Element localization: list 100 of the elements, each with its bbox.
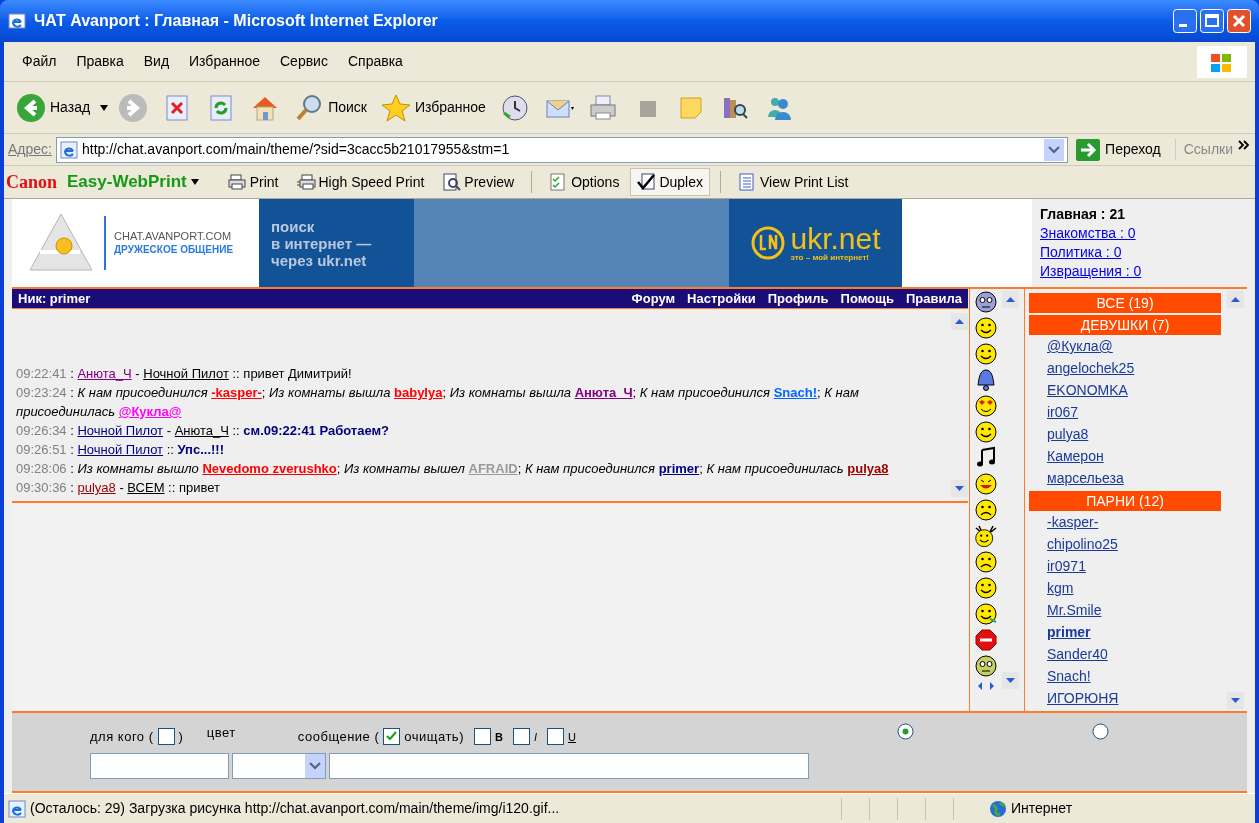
user-link[interactable]: марсельеза <box>1029 467 1227 489</box>
room-link[interactable]: Политика : 0 <box>1040 243 1247 262</box>
heart-eyes-smiley-icon[interactable] <box>974 394 998 418</box>
go-button[interactable]: Переход <box>1072 138 1165 161</box>
user-link[interactable]: Sander40 <box>1029 643 1227 665</box>
header-link[interactable]: Помощь <box>840 288 894 309</box>
user-link[interactable]: ir067 <box>1029 401 1227 423</box>
smoking-smiley-icon[interactable] <box>974 602 998 626</box>
close-icon[interactable] <box>1227 9 1251 33</box>
style-label: B <box>494 729 503 745</box>
user-link[interactable]: Mr.Smile <box>1029 599 1227 621</box>
user-link[interactable]: @Кукла@ <box>1029 335 1227 357</box>
radio-button[interactable] <box>897 723 914 740</box>
color-dropdown[interactable] <box>232 752 326 779</box>
toolbar-button[interactable]: Избранное <box>376 89 490 126</box>
frowning-smiley-icon[interactable] <box>974 550 998 574</box>
smiley-icon[interactable] <box>974 576 998 600</box>
style-label: U <box>568 729 576 745</box>
smiley-icon[interactable] <box>974 342 998 366</box>
header-link[interactable]: Правила <box>906 288 962 309</box>
user-link[interactable]: -kasper- <box>1029 511 1227 533</box>
user-link[interactable]: ir0971 <box>1029 555 1227 577</box>
checkbox[interactable] <box>512 728 530 746</box>
recipient-field[interactable] <box>90 752 229 779</box>
scrollbar[interactable] <box>1227 289 1247 711</box>
user-link[interactable]: Snach! <box>1029 665 1227 687</box>
room-link[interactable]: Главная : 21 <box>1040 205 1247 224</box>
nickname-link[interactable]: Ночной Пилот <box>77 423 164 438</box>
color-label: цвет <box>206 724 236 742</box>
header-link[interactable]: Форум <box>631 288 676 309</box>
grumpy-face-icon[interactable] <box>974 290 998 314</box>
menu-item[interactable]: Сервис <box>270 51 338 72</box>
nickname-link[interactable]: Анюта_Ч <box>574 385 633 400</box>
address-field[interactable]: http://chat.avanport.com/main/theme/?sid=3cacc5b21017955&stm=1 <box>55 136 1069 163</box>
browser-page-icon <box>59 140 78 159</box>
menu-item[interactable]: Правка <box>66 51 134 72</box>
print-toolbar-button[interactable]: Duplex <box>630 168 710 196</box>
list-icon <box>738 173 757 191</box>
status-text: (Осталось: 29) Загрузка рисунка http://chat.avanport.com/main/theme/img/i120.gif... <box>30 799 561 818</box>
nickname-link[interactable]: Ночной Пилот <box>143 366 229 381</box>
smiley-icon[interactable] <box>974 316 998 340</box>
ad-text: поиск <box>271 217 316 235</box>
maximize-icon[interactable] <box>1200 9 1224 33</box>
menu-item[interactable]: Файл <box>12 51 67 72</box>
nickname-link[interactable]: ВСЕМ <box>127 480 165 495</box>
user-link[interactable]: angelochek25 <box>1029 357 1227 379</box>
laughing-smiley-icon[interactable] <box>974 472 998 496</box>
chat-message: 09:23:24 : К нам присоединился -kasper-; Из комнаты вышла babylya; Из комнаты вышла Анюта_Ч; К нам присоединился Snach!; К нам присоединилась @Кукла@ <box>16 384 860 421</box>
user-link[interactable]: kgm <box>1029 577 1227 599</box>
printer-icon <box>587 92 618 123</box>
scroll-up-icon <box>1227 291 1244 308</box>
checkbox[interactable] <box>547 728 564 746</box>
nickname-link[interactable]: Ночной Пилот <box>77 442 164 457</box>
header-link[interactable]: Настройки <box>687 288 756 309</box>
chat-message: 09:30:36 : pulya8 - ВСЕМ :: привет <box>16 479 221 497</box>
menu-item[interactable]: Справка <box>337 51 413 72</box>
room-link[interactable]: Знакомства : 0 <box>1040 224 1247 243</box>
user-link[interactable]: primer <box>1029 621 1227 643</box>
menu-item[interactable]: Избранное <box>179 51 270 72</box>
caret-icon[interactable] <box>100 104 109 111</box>
nickname-link[interactable]: Анюта_Ч <box>174 423 229 438</box>
caret-icon[interactable] <box>190 179 199 185</box>
nickname-link[interactable]: pulya8 <box>847 461 889 476</box>
minimize-icon[interactable] <box>1173 9 1197 33</box>
bell-icon[interactable] <box>974 368 998 392</box>
radio-button[interactable] <box>1092 723 1109 740</box>
nickname-link[interactable]: pulya8 <box>77 480 116 495</box>
print-toolbar-button[interactable]: Options <box>542 168 627 196</box>
header-link[interactable]: Профиль <box>767 288 829 309</box>
chat-message: 09:22:41 : Анюта_Ч - Ночной Пилот :: привет Димитрий! <box>16 365 353 383</box>
message-label: сообщение ( <box>297 728 380 746</box>
print-toolbar-button[interactable]: Preview <box>435 168 522 196</box>
chevron-icon[interactable] <box>1237 138 1251 152</box>
antlers-smiley-icon[interactable] <box>974 524 998 548</box>
user-link[interactable]: EKONOMKA <box>1029 379 1227 401</box>
print-toolbar-button[interactable]: Print <box>220 168 286 196</box>
message-field[interactable] <box>329 752 809 779</box>
toolbar-button[interactable]: Поиск <box>290 89 371 126</box>
scroll-down-icon <box>1227 692 1244 709</box>
checkbox[interactable] <box>157 728 175 746</box>
nickname-link[interactable]: Snach! <box>773 385 817 400</box>
smiley-icon[interactable] <box>974 420 998 444</box>
confused-smiley-icon[interactable] <box>974 498 998 522</box>
user-link[interactable]: ИГОРЮНЯ <box>1029 687 1227 709</box>
user-link[interactable]: Камерон <box>1029 445 1227 467</box>
user-link[interactable]: chipolino25 <box>1029 533 1227 555</box>
menu-item[interactable]: Вид <box>133 51 180 72</box>
clear-label: очищать) <box>404 728 464 746</box>
toolbar-button[interactable]: Назад <box>12 89 95 126</box>
user-link[interactable]: pulya8 <box>1029 423 1227 445</box>
print-toolbar-button[interactable]: High Speed Print <box>289 168 432 196</box>
nickname-link[interactable]: Анюта_Ч <box>77 366 132 381</box>
checkbox[interactable] <box>473 728 491 746</box>
room-link[interactable]: Извращения : 0 <box>1040 262 1247 281</box>
site-name: CHAT.AVANPORT.COM <box>114 230 233 243</box>
sick-smiley-icon[interactable] <box>974 654 998 678</box>
checkbox[interactable] <box>383 728 401 746</box>
canon-logo: Canon <box>6 170 59 194</box>
print-toolbar-button[interactable]: View Print List <box>731 168 856 196</box>
stop-sign-icon[interactable] <box>974 628 998 652</box>
